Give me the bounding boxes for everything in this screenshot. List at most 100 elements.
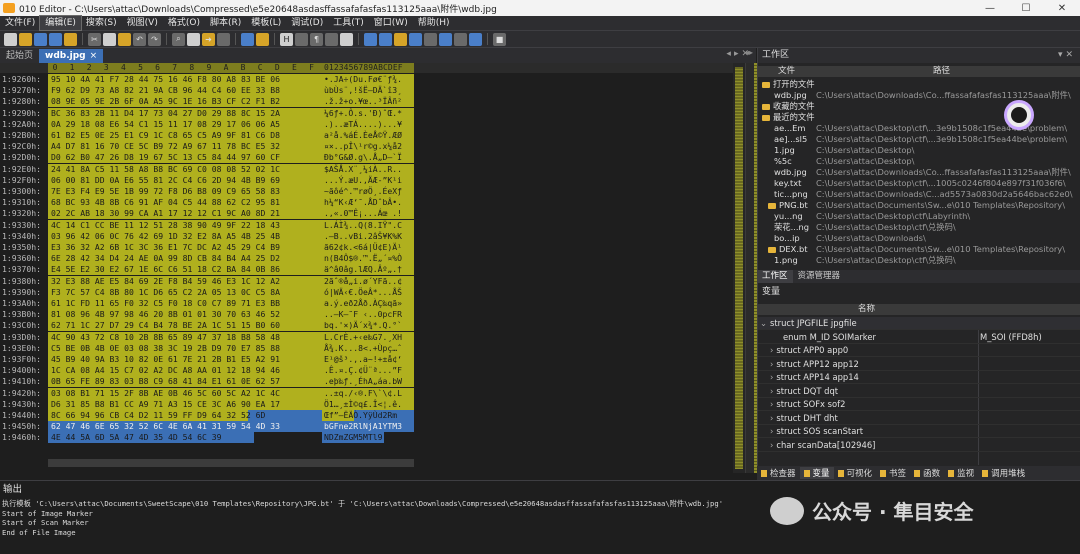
row-ascii[interactable]: ã62¢k.<6á|Ü¢E)Ä¹ (322, 242, 414, 253)
row-ascii[interactable]: Œf”–ËÄÒ.YÿÙd2Rm (322, 410, 414, 421)
workspace-file-item[interactable]: yu...ng C:\Users\attac\Desktop\ctf\Labyri… (758, 211, 1078, 222)
row-ascii[interactable]: Å¾.K...8<.+Ùpç…ˆ (322, 342, 414, 354)
workspace-file-item[interactable]: PNG.bt C:\Users\attac\Documents\Sw...e\01… (758, 200, 1078, 211)
histogram-icon[interactable] (409, 32, 422, 46)
row-ascii[interactable]: bq.'×)Ä´x¾*.Q.°` (322, 320, 414, 332)
tab-close-icon[interactable]: × (90, 51, 98, 61)
workspace-file-item[interactable]: ae]...sl5 C:\Users\attac\Desktop\ctf\...3… (758, 134, 1078, 145)
hex-row[interactable]: 1:9400h: 1C CA 08 A4 15 C7 02 A2 DC A8 AA… (0, 365, 414, 377)
variable-row[interactable]: › struct SOFx sof2 (758, 398, 1080, 411)
row-ascii[interactable]: Ö1…¸±Ì©q£.Î<¦.ê. (322, 398, 414, 410)
row-hex-bytes[interactable]: F3 7C 57 C4 8B 80 1C D6 65 C2 2A 05 13 0… (48, 286, 322, 298)
save-icon[interactable] (34, 32, 47, 46)
row-hex-bytes[interactable]: 1C CA 08 A4 15 C7 02 A2 DC A8 AA 01 12 1… (48, 365, 322, 377)
open-workspace-icon[interactable] (64, 32, 77, 46)
expand-arrow-icon[interactable]: › (770, 372, 773, 382)
row-ascii[interactable]: .,«.0™Ê¡...Áœ .! (322, 208, 414, 220)
inspector-tab-0[interactable]: 检查器 (757, 467, 800, 479)
hex-row[interactable]: 1:93B0h: 81 08 96 4B 97 98 46 20 8B 01 01… (0, 309, 414, 321)
row-ascii[interactable]: 2ãˆ®å„i.ø´YFã..¢ (322, 275, 414, 287)
inspector-tab-4[interactable]: 函数 (910, 467, 944, 479)
row-hex-bytes[interactable]: BC 36 83 2B 11 D4 17 73 04 27 D0 29 88 8… (48, 107, 322, 119)
undo-icon[interactable]: ↶ (133, 32, 146, 46)
hex-row[interactable]: 1:9430h: D6 31 85 B8 B1 CC A9 71 A3 15 CE… (0, 398, 414, 410)
column-file[interactable]: 文件 (778, 66, 795, 77)
menu-item-0[interactable]: 文件(F) (0, 16, 40, 30)
row-hex-bytes[interactable]: C5 BE 0B 4B 0E 03 08 38 3C 19 2B D9 70 E… (48, 342, 322, 354)
copy-icon[interactable] (103, 32, 116, 46)
menu-item-4[interactable]: 格式(O) (163, 16, 205, 30)
row-hex-bytes[interactable]: 03 08 B1 71 15 2F 8B AE 0B 46 5C 60 5C A… (48, 387, 322, 399)
panel-splitter-arrows[interactable]: ◂▸ (745, 48, 757, 63)
row-hex-bytes[interactable]: 81 08 96 4B 97 98 46 20 8B 01 01 30 70 6… (48, 309, 322, 321)
expand-arrow-icon[interactable]: › (770, 359, 773, 369)
hex-row[interactable]: 1:9290h: BC 36 83 2B 11 D4 17 73 04 27 D0… (0, 107, 414, 119)
hex-editor[interactable]: 0123456789ABCDEF 0123456789ABCDEF 1:9260… (0, 63, 745, 473)
expand-arrow-icon[interactable]: › (770, 386, 773, 396)
row-hex-bytes[interactable]: 02 2C AB 18 30 99 CA A1 17 12 12 C1 9C A… (48, 208, 322, 220)
column-name[interactable]: 名称 (858, 304, 875, 315)
template-icon[interactable] (364, 32, 377, 46)
maximize-icon[interactable]: ☐ (1008, 0, 1044, 16)
row-ascii[interactable]: $AŠÅ.X¨¸¼iÀ..R.. (322, 163, 414, 175)
hex-row[interactable]: 1:92F0h: 06 00 81 DD 0A E6 55 81 2C C4 C6… (0, 174, 414, 186)
inspector-tab-1[interactable]: 变量 (799, 467, 834, 479)
workspace-file-item[interactable]: 打开的文件 (758, 79, 1078, 90)
hex-view-icon[interactable] (241, 32, 254, 46)
variable-row[interactable]: ⌄ struct JPGFILE jpgfile (758, 317, 1080, 330)
run-icon[interactable] (394, 32, 407, 46)
hex-row[interactable]: 1:9410h: 0B 65 FE 89 83 03 B8 C9 68 41 84… (0, 376, 414, 388)
row-hex-bytes[interactable]: 62 47 46 6E 65 32 52 6C 4E 6A 41 31 59 5… (48, 421, 322, 433)
row-hex-bytes[interactable]: F9 62 D9 73 A8 82 21 9A CB 96 44 C4 60 E… (48, 85, 322, 97)
hex-row[interactable]: 1:92E0h: 24 41 8A C5 11 58 A8 B8 BC 69 C0… (0, 163, 414, 175)
row-ascii[interactable]: h¼“K‹Æ‘¯.ÅDˆbÂ•. (322, 197, 414, 209)
tab-wdb-jpg[interactable]: wdb.jpg × (39, 49, 104, 63)
hex-row[interactable]: 1:93D0h: 4C 90 43 72 C8 10 2B 8B 65 89 47… (0, 331, 414, 343)
calculator-icon[interactable] (439, 32, 452, 46)
hex-row[interactable]: 1:92A0h: 0A 29 18 08 E6 54 C1 15 11 17 08… (0, 118, 414, 130)
row-hex-bytes[interactable]: 95 10 4A 41 F7 28 44 75 16 46 F8 80 A8 8… (48, 74, 322, 85)
row-ascii[interactable]: ùbÙs¨‚!šË–DÄ`î3¸ (322, 85, 414, 97)
row-ascii[interactable]: n(B4Ô$®.™.Ë„´¤%Ò (322, 253, 414, 265)
variable-row[interactable]: › struct DHT dht (758, 412, 1080, 425)
minimize-icon[interactable]: — (972, 0, 1008, 16)
workspace-file-item[interactable]: wdb.jpg C:\Users\attac\Downloads\Co...ffa… (758, 90, 1078, 101)
row-ascii[interactable]: •.JA÷(Du.Fø€¨ƒ¾. (322, 74, 414, 85)
expand-arrow-icon[interactable]: › (770, 426, 773, 436)
ruler-icon[interactable] (325, 32, 338, 46)
redo-icon[interactable]: ↷ (148, 32, 161, 46)
row-hex-bytes[interactable]: E4 5E E2 30 E2 67 1E 6C C6 51 18 C2 BA 8… (48, 264, 322, 276)
row-ascii[interactable]: Ðb°G&Ø.g\.Å„D—`Ï (322, 152, 414, 164)
find-in-files-icon[interactable] (217, 32, 230, 46)
hex-row[interactable]: 1:9350h: E3 36 32 A2 6B 1C 3C 36 E1 7C DC… (0, 242, 414, 253)
variable-row[interactable]: › struct APP14 app14 (758, 371, 1080, 384)
goto-icon[interactable]: ➜ (202, 32, 215, 46)
menu-item-6[interactable]: 模板(L) (246, 16, 286, 30)
variable-row[interactable]: › struct APP12 app12 (758, 358, 1080, 371)
inspector-tab-3[interactable]: 书签 (876, 467, 910, 479)
row-ascii[interactable]: a²å.%áÉ.ÈeÅ©Ÿ.ÆØ (322, 130, 414, 141)
workspace-tab-0[interactable]: 工作区 (757, 270, 793, 283)
hex-row[interactable]: 1:9460h: 4E 44 5A 6D 5A 47 4D 35 4D 54 6C… (0, 432, 414, 444)
row-ascii[interactable]: L.ÁÌ¾..Q(8.IŸ".C (322, 219, 414, 231)
variable-row[interactable]: enum M_ID SOIMarker M_SOI (FFD8h) (758, 331, 1080, 344)
menu-item-5[interactable]: 脚本(R) (205, 16, 246, 30)
row-hex-bytes[interactable]: 4E 44 5A 6D 5A 47 4D 35 4D 54 6C 39 (48, 432, 322, 444)
menu-item-3[interactable]: 视图(V) (122, 16, 163, 30)
row-hex-bytes[interactable]: 4C 90 43 72 C8 10 2B 8B 65 89 47 37 18 B… (48, 331, 322, 343)
row-ascii[interactable]: ¤×..pÎ\¹r©g.x¼å2 (322, 141, 414, 153)
row-ascii[interactable]: ó|WÄ‹€.ÖeÂ*...ÅŠ (322, 286, 414, 298)
hex-mode-icon[interactable]: H (280, 32, 293, 46)
hex-row[interactable]: 1:9340h: 03 96 42 06 0C 76 42 69 1D 32 E2… (0, 230, 414, 242)
row-ascii[interactable]: a.ý.eð2Åð.ÀÇ‰qã» (322, 298, 414, 309)
columns-icon[interactable] (295, 32, 308, 46)
base-converter-icon[interactable] (454, 32, 467, 46)
hex-row[interactable]: 1:9310h: 68 BC 93 4B 8B C6 91 AF 04 C5 44… (0, 197, 414, 209)
text-view-icon[interactable] (256, 32, 269, 46)
workspace-file-item[interactable]: DEX.bt C:\Users\attac\Documents\Sw...e\01… (758, 244, 1078, 255)
paragraph-icon[interactable]: ¶ (310, 32, 323, 46)
row-ascii[interactable]: L.CrÈ.+‹e‰G7.¸XH (322, 331, 414, 343)
row-ascii[interactable]: .ž.ž+o.¥œ..³ÏÂñ² (322, 96, 414, 108)
menu-item-1[interactable]: 编辑(E) (39, 15, 82, 31)
expand-arrow-icon[interactable]: › (770, 399, 773, 409)
